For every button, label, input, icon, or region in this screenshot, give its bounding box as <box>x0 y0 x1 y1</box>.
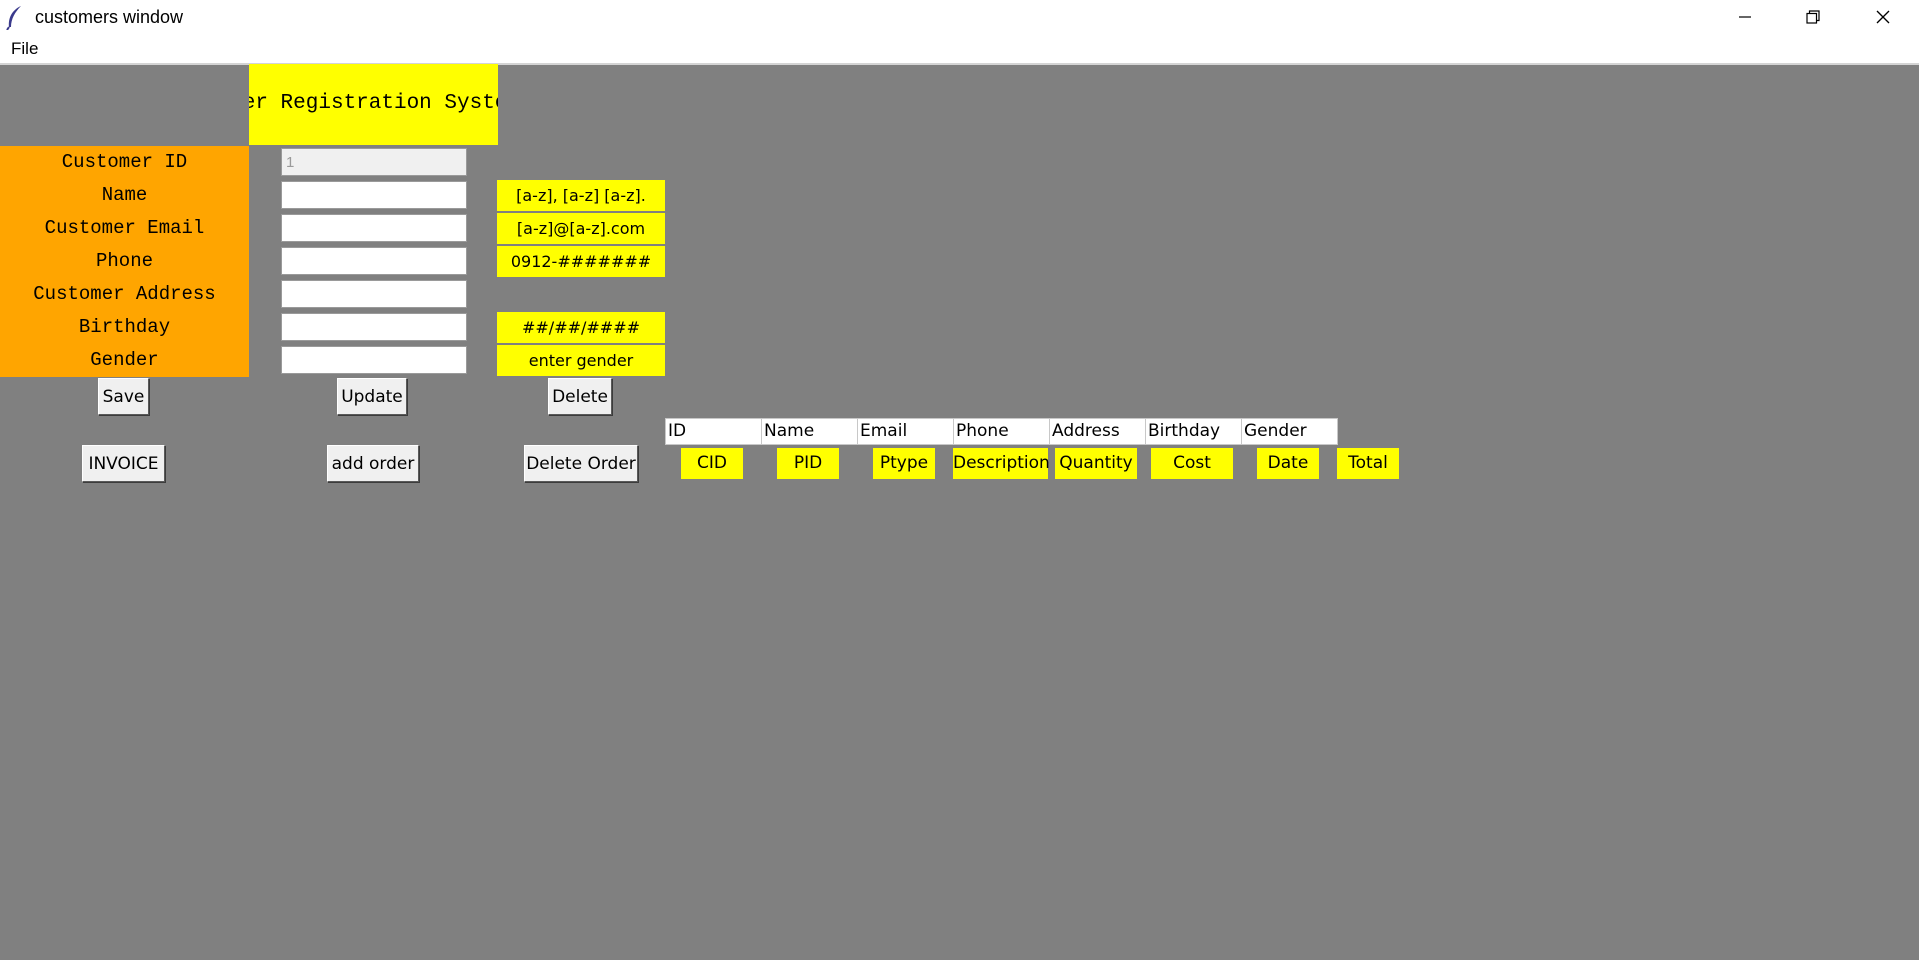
invoice-button[interactable]: INVOICE <box>82 445 165 482</box>
delete-order-button[interactable]: Delete Order <box>524 445 638 482</box>
feather-icon <box>6 6 21 30</box>
column-header-id[interactable]: ID <box>665 418 762 445</box>
menu-file[interactable]: File <box>11 39 38 59</box>
order-label-cost: Cost <box>1151 448 1233 479</box>
phone-field[interactable] <box>281 247 467 275</box>
label-gender: Gender <box>90 349 159 371</box>
order-label-ptype: Ptype <box>873 448 935 479</box>
gender-field[interactable] <box>281 346 467 374</box>
label-customer-email: Customer Email <box>44 217 205 239</box>
delete-button[interactable]: Delete <box>548 378 612 415</box>
label-customer-id: Customer ID <box>61 151 188 173</box>
name-field[interactable] <box>281 181 467 209</box>
page-title: Customer Registration System <box>249 92 498 115</box>
add-order-button[interactable]: add order <box>327 445 419 482</box>
column-header-email[interactable]: Email <box>857 418 954 445</box>
header-banner: Customer Registration System <box>249 64 498 145</box>
label-birthday: Birthday <box>78 316 171 338</box>
minimize-icon <box>1739 16 1751 18</box>
label-customer-address: Customer Address <box>33 283 216 305</box>
order-label-quantity: Quantity <box>1055 448 1137 479</box>
birthday-field[interactable] <box>281 313 467 341</box>
order-label-total: Total <box>1337 448 1399 479</box>
menu-bar: File <box>0 34 1919 65</box>
phone-format-hint: 0912-####### <box>497 246 665 277</box>
restore-icon <box>1806 10 1820 24</box>
minimize-button[interactable] <box>1711 0 1779 34</box>
gender-format-hint: enter gender <box>497 345 665 376</box>
birthday-format-hint: ##/##/#### <box>497 312 665 343</box>
window-title: customers window <box>35 7 184 27</box>
restore-button[interactable] <box>1779 0 1847 34</box>
title-bar: customers window <box>0 0 1919 34</box>
column-header-address[interactable]: Address <box>1049 418 1146 445</box>
name-format-hint: [a-z], [a-z] [a-z]. <box>497 180 665 211</box>
customer-id-field <box>281 148 467 176</box>
order-label-pid: PID <box>777 448 839 479</box>
column-header-gender[interactable]: Gender <box>1241 418 1338 445</box>
order-label-cid: CID <box>681 448 743 479</box>
column-header-birthday[interactable]: Birthday <box>1145 418 1242 445</box>
update-button[interactable]: Update <box>337 378 407 415</box>
column-header-name[interactable]: Name <box>761 418 858 445</box>
close-button[interactable] <box>1849 0 1917 34</box>
label-name: Name <box>101 184 148 206</box>
save-button[interactable]: Save <box>98 378 149 415</box>
order-label-description: Description <box>953 448 1050 479</box>
email-format-hint: [a-z]@[a-z].com <box>497 213 665 244</box>
email-field[interactable] <box>281 214 467 242</box>
close-icon <box>1876 10 1890 24</box>
address-field[interactable] <box>281 280 467 308</box>
column-header-phone[interactable]: Phone <box>953 418 1050 445</box>
order-label-date: Date <box>1257 448 1319 479</box>
label-phone: Phone <box>95 250 153 272</box>
